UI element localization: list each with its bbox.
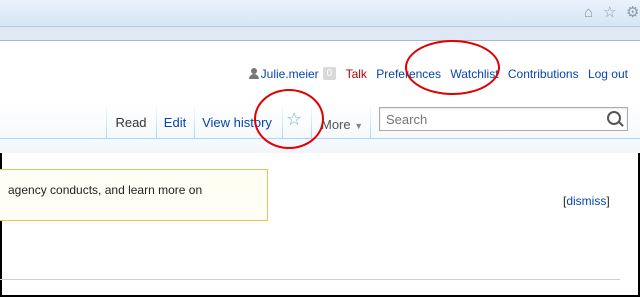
search-input[interactable]: [380, 108, 606, 130]
tab-read[interactable]: Read: [110, 100, 152, 138]
user-icon: [248, 68, 259, 80]
tab-separator: [370, 104, 371, 138]
home-icon[interactable]: ⌂: [584, 5, 593, 20]
content-divider: [0, 279, 620, 280]
notification-badge[interactable]: 0: [322, 67, 337, 81]
talk-link[interactable]: Talk: [346, 67, 367, 81]
star-outline-icon[interactable]: ☆: [603, 5, 616, 20]
dismiss-label[interactable]: dismiss: [566, 194, 606, 208]
username-link[interactable]: Julie.meier: [261, 67, 319, 81]
personal-tools: Julie.meier 0 Talk Preferences Watchlist …: [248, 66, 628, 81]
watchlist-link[interactable]: Watchlist: [450, 67, 498, 81]
browser-toolbar: [0, 27, 640, 41]
tab-edit[interactable]: Edit: [158, 100, 192, 138]
settings-icon[interactable]: ⚙: [626, 5, 639, 20]
banner-text: agency conducts, and learn more on: [8, 183, 203, 197]
dismiss-link[interactable]: [dismiss]: [563, 194, 610, 208]
notice-banner: agency conducts, and learn more on: [0, 169, 268, 221]
tab-separator: [282, 104, 283, 138]
tab-underline: [0, 138, 640, 139]
tab-separator: [156, 104, 157, 138]
chevron-down-icon: ▼: [354, 121, 364, 131]
search-box: [379, 107, 628, 131]
watch-star-icon[interactable]: ☆: [286, 109, 302, 130]
tab-view-history[interactable]: View history: [196, 100, 278, 138]
contributions-link[interactable]: Contributions: [508, 67, 579, 81]
tab-separator: [106, 104, 107, 138]
logout-link[interactable]: Log out: [588, 67, 628, 81]
browser-titlebar: ⌂ ☆ ⚙: [0, 0, 640, 27]
tab-separator: [311, 104, 312, 138]
preferences-link[interactable]: Preferences: [376, 67, 441, 81]
search-icon[interactable]: [607, 111, 621, 125]
more-menu[interactable]: More ▼: [321, 117, 363, 132]
more-label: More: [321, 117, 351, 132]
tab-separator: [194, 104, 195, 138]
